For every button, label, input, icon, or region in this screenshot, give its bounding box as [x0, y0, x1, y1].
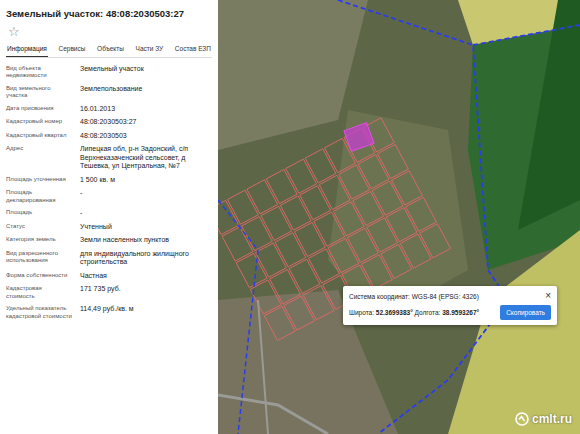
screen: Земельный участок: 48:08:2030503:27☆Инфо… — [0, 0, 580, 434]
property-value: Земельный участок — [80, 65, 212, 80]
property-row: Форма собственности Частная — [6, 269, 212, 283]
property-value: Землепользование — [80, 85, 212, 100]
property-row: Площадь декларированная- — [6, 187, 212, 207]
property-label: Вид земельного участка — [6, 85, 72, 100]
favorite-star-icon[interactable]: ☆ — [6, 23, 212, 42]
property-label: Удельный показатель кадастровой стоимост… — [6, 305, 72, 320]
property-label: Дата присвоения — [6, 105, 72, 114]
coordinate-system: Система координат: WGS-84 (EPSG: 4326) — [349, 293, 479, 300]
tab[interactable]: Информация — [6, 42, 48, 57]
property-row: Кадастровая стоимость 171 735 руб. — [6, 283, 212, 303]
property-row: Категория земель Земли населенных пунктов — [6, 234, 212, 248]
property-value: для индивидуального жилищного строительс… — [80, 250, 212, 267]
property-row: Площадь уточненная 1 500 кв. м — [6, 173, 212, 187]
property-label: Площадь уточненная — [6, 176, 72, 185]
property-list: Вид объекта недвижимости Земельный участо… — [6, 62, 212, 323]
tab-bar: Информация Сервисы Объекты Части ЗУ Состав Е… — [6, 42, 212, 58]
property-label: Статус — [6, 223, 72, 232]
property-value: - — [80, 189, 212, 204]
property-label: Кадастровый квартал — [6, 132, 72, 141]
property-value: - — [80, 209, 212, 218]
popup-coordinates-line: Широта: 52.3699383° Долгота: 38.9593267°… — [349, 305, 551, 320]
property-row: Статус Учтенный — [6, 220, 212, 234]
property-label: Форма собственности — [6, 272, 72, 281]
tab[interactable]: Объекты — [96, 42, 125, 57]
tab[interactable]: Состав ЕЗП — [174, 42, 212, 57]
property-label: Кадастровая стоимость — [6, 285, 72, 300]
property-value: Учтенный — [80, 223, 212, 232]
property-label: Вид разрешенного использования — [6, 250, 72, 267]
property-label: Вид объекта недвижимости — [6, 65, 72, 80]
tab[interactable]: Сервисы — [57, 42, 86, 57]
property-label: Адрес — [6, 145, 72, 171]
map-canvas[interactable] — [218, 0, 580, 434]
property-value: 48:08:2030503:27 — [80, 118, 212, 127]
property-value: Частная — [80, 272, 212, 281]
property-label: Категория земель — [6, 236, 72, 245]
info-panel: Земельный участок: 48:08:2030503:27☆Инфо… — [0, 0, 218, 434]
coordinate-popup: Система координат: WGS-84 (EPSG: 4326) × Ш… — [343, 286, 557, 325]
property-row: Вид земельного участка Землепользование — [6, 82, 212, 102]
property-value: Липецкая обл, р-н Задонский, с/п Верхнек… — [80, 145, 212, 171]
close-button[interactable]: × — [545, 291, 551, 301]
coordinates: Широта: 52.3699383° Долгота: 38.9593267° — [349, 309, 479, 316]
panel-title: Земельный участок: 48:08:2030503:27 — [6, 6, 212, 23]
property-label: Кадастровый номер — [6, 118, 72, 127]
tab[interactable]: Части ЗУ — [135, 42, 165, 57]
property-value: 171 735 руб. — [80, 285, 212, 300]
map[interactable]: Система координат: WGS-84 (EPSG: 4326) × Ш… — [218, 0, 580, 434]
property-row: Адрес Липецкая обл, р-н Задонский, с/п Ве… — [6, 143, 212, 174]
property-row: Кадастровый квартал 48:08:2030503 — [6, 129, 212, 143]
property-value: 16.01.2013 — [80, 105, 212, 114]
property-value: 114,49 руб./кв. м — [80, 305, 212, 320]
popup-system-line: Система координат: WGS-84 (EPSG: 4326) × — [349, 291, 551, 301]
watermark-text: cmlt.ru — [532, 412, 572, 426]
watermark-logo-icon — [515, 412, 529, 426]
property-row: Вид разрешенного использования для индиви… — [6, 247, 212, 269]
property-row: Дата присвоения 16.01.2013 — [6, 102, 212, 116]
property-label: Площадь — [6, 209, 72, 218]
property-row: Удельный показатель кадастровой стоимост… — [6, 303, 212, 323]
property-row: Кадастровый номер 48:08:2030503:27 — [6, 116, 212, 130]
property-row: Площадь- — [6, 207, 212, 221]
copy-button[interactable]: Скопировать — [500, 305, 551, 320]
watermark: cmlt.ru — [515, 412, 572, 426]
property-value: 1 500 кв. м — [80, 176, 212, 185]
property-value: Земли населенных пунктов — [80, 236, 212, 245]
property-row: Вид объекта недвижимости Земельный участо… — [6, 62, 212, 82]
property-label: Площадь декларированная — [6, 189, 72, 204]
property-value: 48:08:2030503 — [80, 132, 212, 141]
